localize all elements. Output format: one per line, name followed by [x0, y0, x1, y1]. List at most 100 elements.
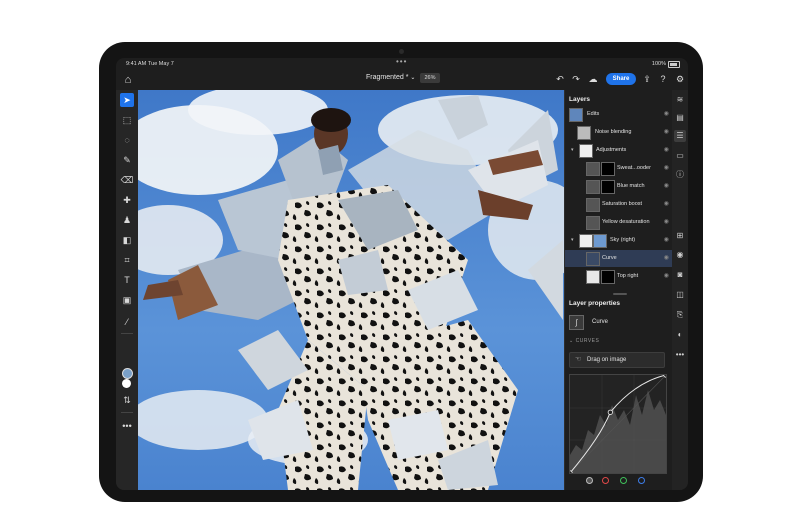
redo-icon[interactable]: ↷	[570, 73, 582, 85]
curves-svg	[567, 372, 669, 476]
blend-mode-icon[interactable]: ◐	[674, 329, 686, 341]
lasso-tool-icon[interactable]: ◌	[120, 133, 134, 147]
help-icon[interactable]: ?	[657, 73, 669, 85]
histogram-shape	[570, 390, 666, 473]
layer-mask-thumbnail	[601, 270, 615, 284]
tool-divider	[121, 412, 133, 413]
clone-stamp-tool-icon[interactable]: ♟	[120, 213, 134, 227]
layer-row-curve[interactable]: Curve ◉	[565, 250, 673, 267]
top-bar: ⌂ Fragmented * ⌄ 26% ↶ ↷ ☁ Share ⇪ ? ⚙	[116, 70, 688, 90]
battery-icon	[668, 61, 680, 68]
layer-row-yellow-desaturation[interactable]: Yellow desaturation ◉	[565, 214, 673, 231]
document-title-text: Fragmented	[366, 74, 404, 81]
visibility-eye-icon[interactable]: ◉	[664, 236, 669, 243]
layer-row-saturation-boost[interactable]: Saturation boost ◉	[565, 196, 673, 213]
eraser-tool-icon[interactable]: ⌫	[120, 173, 134, 187]
tool-divider	[121, 333, 133, 334]
layer-row-blue-match[interactable]: Blue match ◉	[565, 178, 673, 195]
move-tool-icon[interactable]: ➤	[120, 93, 134, 107]
unsaved-marker: *	[403, 74, 409, 81]
document-title[interactable]: Fragmented * ⌄	[366, 74, 415, 81]
properties-layer-name: Curve	[592, 319, 609, 325]
visibility-eye-icon[interactable]: ◉	[664, 182, 669, 189]
share-button[interactable]: Share	[606, 73, 636, 85]
curves-graph[interactable]	[567, 372, 669, 476]
cloud-icon[interactable]: ☁	[587, 73, 599, 85]
more-options-icon[interactable]: •••	[674, 349, 686, 361]
layer-thumbnail-icon[interactable]: ▤	[674, 112, 686, 124]
multitask-dots-icon[interactable]: •••	[396, 58, 407, 66]
adjustment-icon	[586, 198, 600, 212]
comments-icon[interactable]: ▭	[674, 150, 686, 162]
home-icon[interactable]: ⌂	[121, 73, 135, 87]
layer-mask-thumbnail	[601, 162, 615, 176]
drag-on-image-button[interactable]: ☜ Drag on image	[569, 352, 665, 368]
visibility-eye-icon[interactable]: ◉	[664, 254, 669, 261]
adjustment-icon	[586, 216, 600, 230]
curve-adjustment-icon	[586, 252, 600, 266]
caret-down-icon[interactable]: ▾	[571, 147, 574, 153]
zoom-level[interactable]: 26%	[420, 73, 440, 83]
layer-row-sweat-ooder[interactable]: Sweat...ooder ◉	[565, 160, 673, 177]
layer-row-adjustments[interactable]: ▾ Adjustments ◉	[565, 142, 673, 159]
layer-label: Blue match	[617, 183, 645, 189]
channel-red-button[interactable]	[602, 477, 609, 484]
layer-row-noise-blending[interactable]: Noise blending ◉	[565, 124, 673, 141]
undo-icon[interactable]: ↶	[554, 73, 566, 85]
status-battery-text: 100%	[651, 61, 666, 67]
visibility-eye-icon[interactable]: ◉	[674, 249, 686, 261]
chevron-down-icon: ⌄	[410, 75, 416, 81]
status-time: 9:41 AM	[126, 61, 147, 67]
caret-down-icon[interactable]: ▾	[571, 237, 574, 243]
healing-tool-icon[interactable]: ✚	[120, 193, 134, 207]
swap-colors-icon[interactable]: ⇅	[120, 393, 134, 407]
visibility-eye-icon[interactable]: ◉	[664, 110, 669, 117]
type-tool-icon[interactable]: T	[120, 273, 134, 287]
export-icon[interactable]: ⇪	[641, 73, 653, 85]
info-icon[interactable]: ⓘ	[674, 169, 686, 181]
fill-tool-icon[interactable]: ◧	[120, 233, 134, 247]
curves-section-label: CURVES	[575, 338, 600, 344]
layer-row-top-right[interactable]: Top right ◉	[565, 268, 673, 285]
visibility-eye-icon[interactable]: ◉	[664, 272, 669, 279]
panel-resize-handle[interactable]	[613, 293, 627, 295]
transform-tool-icon[interactable]: ⬚	[120, 113, 134, 127]
visibility-eye-icon[interactable]: ◉	[664, 128, 669, 135]
background-color-swatch[interactable]	[122, 379, 131, 388]
layer-thumbnail	[579, 234, 593, 248]
channel-green-button[interactable]	[620, 477, 627, 484]
crop-tool-icon[interactable]: ⌗	[120, 253, 134, 267]
layer-row-sky-right[interactable]: ▾ Sky (right) ◉	[565, 232, 673, 249]
image-canvas[interactable]	[138, 90, 564, 490]
adjustments-sliders-icon[interactable]: ☰	[674, 130, 686, 142]
fill-icon[interactable]: ◫	[674, 289, 686, 301]
curve-layer-icon: ∫	[569, 315, 584, 330]
curve-control-point[interactable]	[607, 409, 613, 415]
layer-thumbnail	[579, 144, 593, 158]
brush-tool-icon[interactable]: ✎	[120, 153, 134, 167]
layer-thumbnail	[569, 108, 583, 122]
layer-thumbnail	[577, 126, 591, 140]
foreground-color-swatch[interactable]	[122, 368, 133, 379]
add-layer-icon[interactable]: ⊞	[674, 230, 686, 242]
channel-composite-button[interactable]	[586, 477, 593, 484]
mask-icon[interactable]: ◙	[674, 269, 686, 281]
adjustment-icon	[586, 162, 600, 176]
hand-pointer-icon: ☜	[575, 356, 582, 363]
channel-blue-button[interactable]	[638, 477, 645, 484]
visibility-eye-icon[interactable]: ◉	[664, 164, 669, 171]
drag-on-image-label: Drag on image	[587, 357, 627, 363]
visibility-eye-icon[interactable]: ◉	[664, 146, 669, 153]
settings-gear-icon[interactable]: ⚙	[674, 73, 686, 85]
right-rail: ≋ ▤ ☰ ▭ ⓘ ⊞ ◉ ◙ ◫ ⎘ ◐ •••	[672, 90, 688, 490]
visibility-eye-icon[interactable]: ◉	[664, 200, 669, 207]
more-tools-icon[interactable]: •••	[120, 419, 134, 433]
layer-row-edits[interactable]: Edits ◉	[565, 106, 673, 123]
layers-stack-icon[interactable]: ≋	[674, 94, 686, 106]
visibility-eye-icon[interactable]: ◉	[664, 218, 669, 225]
duplicate-layer-icon[interactable]: ⎘	[674, 309, 686, 321]
place-image-tool-icon[interactable]: ▣	[120, 293, 134, 307]
properties-panel-title: Layer properties	[569, 300, 620, 307]
eyedropper-tool-icon[interactable]: ⁄	[120, 315, 134, 329]
curves-section-header[interactable]: ⌄ CURVES	[569, 338, 599, 344]
